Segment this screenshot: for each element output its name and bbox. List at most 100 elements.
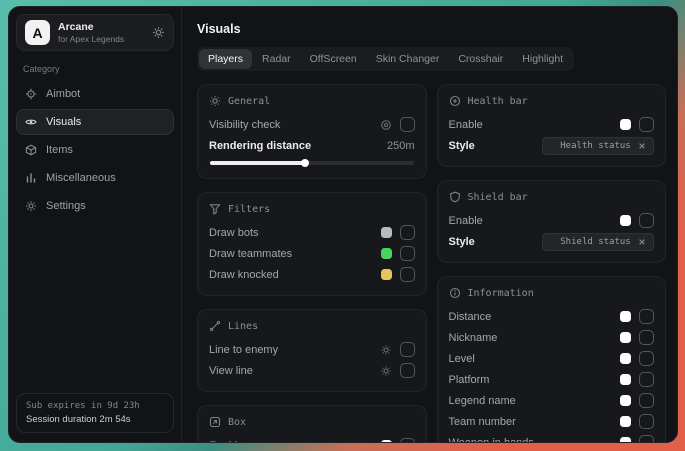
platform-checkbox[interactable] [639,372,654,387]
sidebar-item-label: Aimbot [46,88,80,100]
section-title: Lines [228,321,258,332]
setting-row-visibility-check: Visibility check [209,114,415,135]
setting-label: Nickname [449,332,621,344]
color-swatch[interactable] [620,437,631,442]
setting-row-shield-enable: Enable [449,210,655,231]
color-swatch[interactable] [381,248,392,259]
setting-label: Visibility check [209,119,380,131]
visibility-check-checkbox[interactable] [400,117,415,132]
sidebar-item-miscellaneous[interactable]: Miscellaneous [16,165,174,191]
close-icon[interactable] [638,142,646,150]
tab-players[interactable]: Players [199,49,252,69]
setting-label: Draw teammates [209,248,381,260]
draw-knocked-checkbox[interactable] [400,267,415,282]
card-lines: Lines Line to enemy View line [197,309,427,392]
funnel-icon [209,203,221,215]
subscription-info: Sub expires in 9d 23h Session duration 2… [16,393,174,433]
cube-icon [25,144,37,156]
color-swatch[interactable] [620,119,631,130]
health-style-select[interactable]: Health status [542,137,654,155]
view-line-checkbox[interactable] [400,363,415,378]
setting-row-draw-bots: Draw bots [209,222,415,243]
color-swatch[interactable] [620,332,631,343]
section-title: Shield bar [468,192,528,203]
draw-teammates-checkbox[interactable] [400,246,415,261]
sidebar-item-items[interactable]: Items [16,137,174,163]
gear-icon[interactable] [380,344,392,356]
color-swatch[interactable] [381,269,392,280]
setting-label: Line to enemy [209,344,380,356]
info-icon [449,287,461,299]
card-information: Information Distance Nickname Level [437,276,667,442]
tab-bar: Players Radar OffScreen Skin Changer Cro… [197,47,574,71]
gear-icon [25,200,37,212]
setting-label: Enable [449,119,621,131]
health-enable-checkbox[interactable] [639,117,654,132]
setting-label: Weapon in hands [449,437,621,443]
color-swatch[interactable] [620,416,631,427]
sidebar-item-label: Items [46,144,73,156]
sidebar-item-aimbot[interactable]: Aimbot [16,81,174,107]
section-title: General [228,96,270,107]
shield-icon [449,191,461,203]
logo-card: A Arcane for Apex Legends [16,14,174,51]
color-swatch[interactable] [620,353,631,364]
setting-row-box-enable: Enable [209,435,415,442]
setting-row-nickname: Nickname [449,327,655,348]
color-swatch[interactable] [620,374,631,385]
setting-row-weapon-in-hands: Weapon in hands [449,432,655,442]
gear-icon[interactable] [152,26,165,39]
slider-handle[interactable] [301,159,309,167]
card-general: General Visibility check Rendering dista… [197,84,427,179]
crosshair-icon [25,88,37,100]
page-title: Visuals [197,22,666,36]
setting-label: Draw knocked [209,269,381,281]
tab-offscreen[interactable]: OffScreen [301,49,366,69]
box-enable-checkbox[interactable] [400,438,415,442]
nickname-checkbox[interactable] [639,330,654,345]
setting-label: Team number [449,416,621,428]
distance-checkbox[interactable] [639,309,654,324]
color-swatch[interactable] [620,395,631,406]
card-box: Box Enable Enable background [197,405,427,442]
setting-row-legend-name: Legend name [449,390,655,411]
setting-label: Style [449,140,543,152]
setting-row-platform: Platform [449,369,655,390]
rendering-distance-slider[interactable] [210,161,414,165]
app-subtitle: for Apex Legends [58,34,124,45]
tab-skin-changer[interactable]: Skin Changer [367,49,449,69]
line-to-enemy-checkbox[interactable] [400,342,415,357]
setting-row-draw-knocked: Draw knocked [209,264,415,285]
color-swatch[interactable] [381,440,392,442]
shield-style-select[interactable]: Shield status [542,233,654,251]
color-swatch[interactable] [620,311,631,322]
tab-highlight[interactable]: Highlight [513,49,572,69]
session-duration-text: Session duration 2m 54s [26,414,164,425]
shield-enable-checkbox[interactable] [639,213,654,228]
app-window: A Arcane for Apex Legends Category Aimbo… [8,6,678,443]
team-number-checkbox[interactable] [639,414,654,429]
card-filters: Filters Draw bots Draw teammates Draw kn… [197,192,427,296]
main-panel: Visuals Players Radar OffScreen Skin Cha… [182,7,677,442]
close-icon[interactable] [638,238,646,246]
section-title: Information [468,288,534,299]
section-title: Filters [228,204,270,215]
sidebar-item-settings[interactable]: Settings [16,193,174,219]
setting-label: Platform [449,374,621,386]
line-icon [209,320,221,332]
tab-radar[interactable]: Radar [253,49,300,69]
setting-row-level: Level [449,348,655,369]
weapon-in-hands-checkbox[interactable] [639,435,654,442]
color-swatch[interactable] [620,215,631,226]
sidebar-item-label: Settings [46,200,86,212]
legend-name-checkbox[interactable] [639,393,654,408]
color-swatch[interactable] [381,227,392,238]
setting-label: Distance [449,311,621,323]
sidebar-item-visuals[interactable]: Visuals [16,109,174,135]
draw-bots-checkbox[interactable] [400,225,415,240]
tab-crosshair[interactable]: Crosshair [449,49,512,69]
level-checkbox[interactable] [639,351,654,366]
setting-label: Level [449,353,621,365]
gear-icon[interactable] [380,365,392,377]
eye-circle-icon[interactable] [380,119,392,131]
